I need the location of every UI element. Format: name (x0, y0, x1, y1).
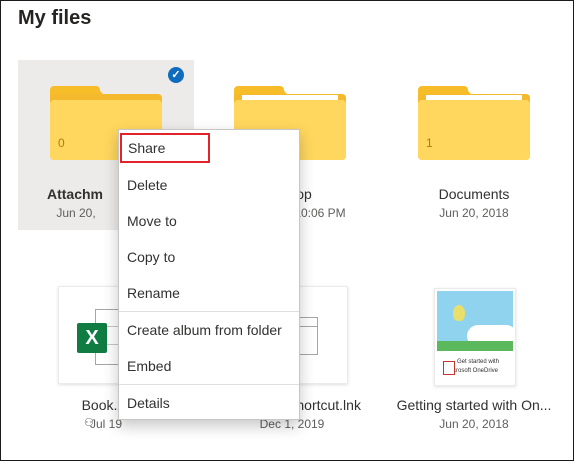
page-title: My files (18, 7, 92, 29)
folder-item-count: 1 (426, 136, 433, 150)
context-menu: Share Delete Move to Copy to Rename Crea… (118, 129, 300, 420)
thumbnail-caption-2: crosoft OneDrive (453, 368, 499, 374)
folder-icon: 1 (418, 86, 530, 160)
thumbnail-caption-1: Get started with (457, 359, 500, 365)
file-name[interactable]: Getting started with On... (386, 397, 562, 413)
folder-name[interactable]: Documents (386, 186, 562, 202)
menu-item-details[interactable]: Details (119, 389, 299, 417)
menu-item-create-album[interactable]: Create album from folder (119, 316, 299, 344)
checkmark-icon[interactable]: ✓ (168, 67, 184, 83)
file-thumbnail-getting-started[interactable]: Get started with crosoft OneDrive (434, 288, 516, 386)
folder-item-count: 0 (58, 136, 65, 150)
folder-date: Jun 20, 2018 (439, 206, 509, 220)
excel-icon: X (77, 323, 107, 353)
menu-item-delete[interactable]: Delete (119, 171, 299, 199)
file-date: Jun 20, 2018 (439, 417, 509, 431)
menu-item-move-to[interactable]: Move to (119, 207, 299, 235)
menu-item-copy-to[interactable]: Copy to (119, 243, 299, 271)
menu-divider (119, 384, 299, 385)
menu-item-rename[interactable]: Rename (119, 279, 299, 307)
onedrive-logo-icon (443, 361, 455, 375)
menu-item-embed[interactable]: Embed (119, 352, 299, 380)
menu-divider (119, 311, 299, 312)
menu-item-share[interactable]: Share (120, 133, 210, 163)
onedrive-cover-image (437, 291, 513, 351)
